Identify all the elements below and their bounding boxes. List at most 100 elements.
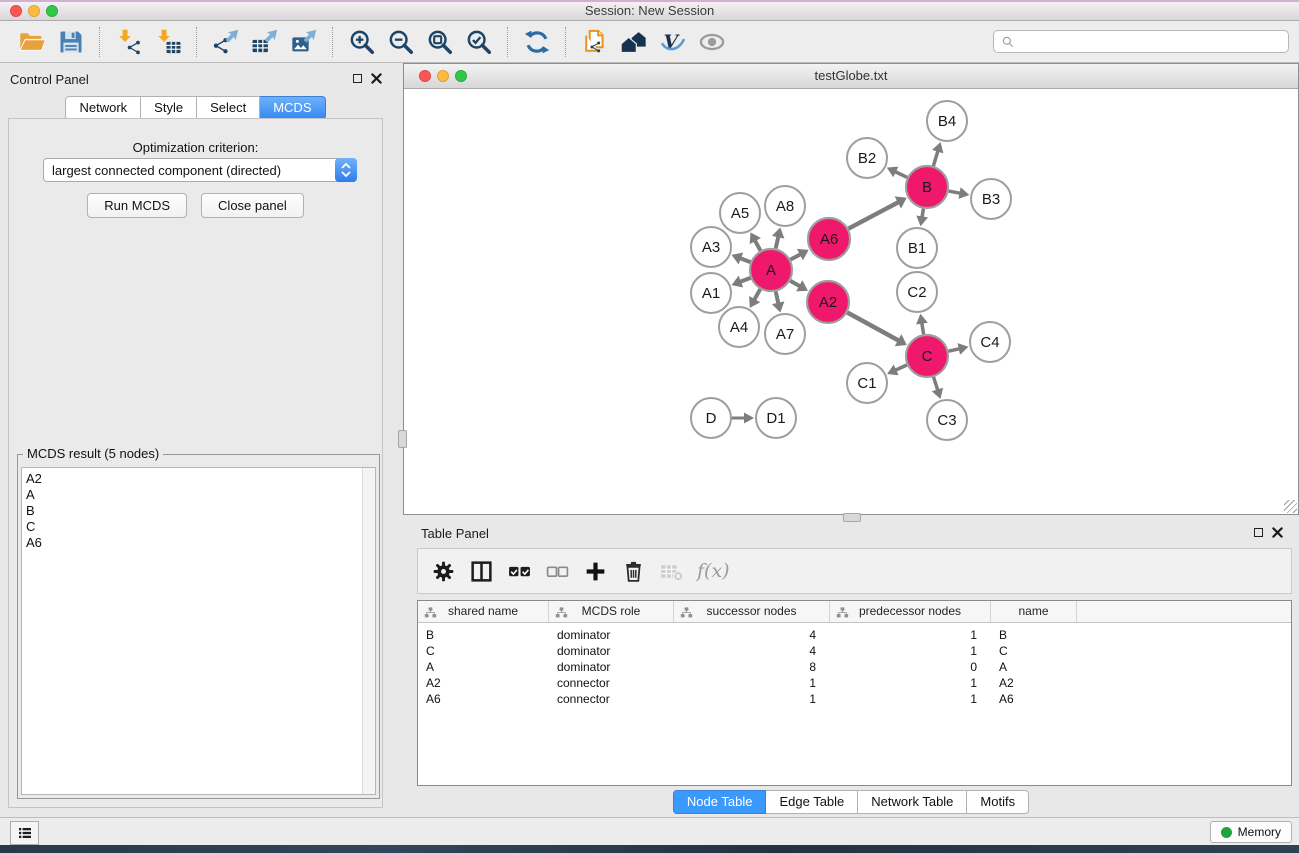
search-input[interactable] bbox=[1020, 34, 1281, 50]
cell-name[interactable]: A2 bbox=[991, 675, 1077, 691]
zoom-selected-icon[interactable] bbox=[463, 26, 494, 57]
refresh-icon[interactable] bbox=[521, 26, 552, 57]
edge-C-C3[interactable] bbox=[934, 377, 938, 390]
edge-A-A1[interactable] bbox=[740, 278, 751, 282]
criterion-dropdown[interactable]: largest connected component (directed) bbox=[43, 158, 357, 182]
network-minimize-icon[interactable] bbox=[437, 70, 449, 82]
tab-mcds[interactable]: MCDS bbox=[260, 96, 325, 120]
edge-A-A6[interactable] bbox=[790, 254, 800, 260]
export-image-icon[interactable] bbox=[288, 26, 319, 57]
add-column-icon[interactable] bbox=[580, 556, 610, 586]
cell-predecessor-nodes[interactable]: 0 bbox=[830, 659, 991, 675]
resize-grip-icon[interactable] bbox=[1284, 500, 1297, 513]
open-icon[interactable] bbox=[16, 26, 47, 57]
eye-icon[interactable] bbox=[696, 26, 727, 57]
cell-predecessor-nodes[interactable]: 1 bbox=[830, 627, 991, 643]
cell-predecessor-nodes[interactable]: 1 bbox=[830, 675, 991, 691]
function-builder-icon[interactable]: f(x) bbox=[694, 560, 733, 582]
panel-columns-icon[interactable] bbox=[466, 556, 496, 586]
export-table-icon[interactable] bbox=[249, 26, 280, 57]
cell-shared-name[interactable]: A2 bbox=[418, 675, 549, 691]
network-graph[interactable]: B4B2BB3A8A5A6A3B1AA1C2A2A4A7C4CC1DD1C3 bbox=[404, 89, 1298, 514]
tab-node-table[interactable]: Node Table bbox=[673, 790, 767, 814]
column-header-successor-nodes[interactable]: successor nodes bbox=[674, 601, 830, 622]
table-row[interactable]: Cdominator41C bbox=[418, 643, 1291, 659]
edge-A-A3[interactable] bbox=[740, 258, 751, 262]
column-header-predecessor-nodes[interactable]: predecessor nodes bbox=[830, 601, 991, 622]
result-scrollbar[interactable] bbox=[362, 468, 375, 794]
mcds-result-item[interactable]: A2 bbox=[26, 471, 375, 487]
cell-name[interactable]: A6 bbox=[991, 691, 1077, 707]
select-all-icon[interactable] bbox=[504, 556, 534, 586]
vertical-splitter-handle[interactable] bbox=[398, 430, 407, 448]
save-icon[interactable] bbox=[55, 26, 86, 57]
edge-A-A4[interactable] bbox=[754, 289, 760, 300]
table-row[interactable]: A2connector11A2 bbox=[418, 675, 1291, 691]
tab-select[interactable]: Select bbox=[197, 96, 260, 120]
delete-table-icon[interactable] bbox=[656, 556, 686, 586]
zoom-in-icon[interactable] bbox=[346, 26, 377, 57]
edge-C-C1[interactable] bbox=[895, 365, 907, 370]
mcds-result-item[interactable]: B bbox=[26, 503, 375, 519]
float-panel-icon[interactable] bbox=[353, 74, 362, 83]
task-history-button[interactable] bbox=[10, 821, 39, 845]
tab-style[interactable]: Style bbox=[141, 96, 197, 120]
zoom-fit-icon[interactable] bbox=[424, 26, 455, 57]
cell-shared-name[interactable]: A bbox=[418, 659, 549, 675]
cell-MCDS-role[interactable]: dominator bbox=[549, 643, 674, 659]
close-panel-icon[interactable] bbox=[371, 73, 382, 84]
cell-MCDS-role[interactable]: connector bbox=[549, 675, 674, 691]
edge-A-A5[interactable] bbox=[755, 240, 761, 250]
cell-predecessor-nodes[interactable]: 1 bbox=[830, 691, 991, 707]
tab-network[interactable]: Network bbox=[65, 96, 141, 120]
delete-column-icon[interactable] bbox=[618, 556, 648, 586]
cell-shared-name[interactable]: C bbox=[418, 643, 549, 659]
close-panel-button[interactable]: Close panel bbox=[201, 193, 304, 218]
network-maximize-icon[interactable] bbox=[455, 70, 467, 82]
cell-shared-name[interactable]: B bbox=[418, 627, 549, 643]
network-close-icon[interactable] bbox=[419, 70, 431, 82]
edge-B-B3[interactable] bbox=[949, 191, 961, 193]
import-network-icon[interactable] bbox=[113, 26, 144, 57]
cell-MCDS-role[interactable]: connector bbox=[549, 691, 674, 707]
cell-successor-nodes[interactable]: 8 bbox=[674, 659, 830, 675]
cell-MCDS-role[interactable]: dominator bbox=[549, 627, 674, 643]
cell-name[interactable]: A bbox=[991, 659, 1077, 675]
cell-shared-name[interactable]: A6 bbox=[418, 691, 549, 707]
cell-MCDS-role[interactable]: dominator bbox=[549, 659, 674, 675]
import-table-icon[interactable] bbox=[152, 26, 183, 57]
mcds-result-item[interactable]: A bbox=[26, 487, 375, 503]
run-mcds-button[interactable]: Run MCDS bbox=[87, 193, 187, 218]
table-row[interactable]: A6connector11A6 bbox=[418, 691, 1291, 707]
deselect-all-icon[interactable] bbox=[542, 556, 572, 586]
cell-name[interactable]: C bbox=[991, 643, 1077, 659]
tab-network-table[interactable]: Network Table bbox=[858, 790, 967, 814]
edge-B-B1[interactable] bbox=[922, 209, 923, 218]
edge-C-C2[interactable] bbox=[922, 323, 924, 335]
table-row[interactable]: Adominator80A bbox=[418, 659, 1291, 675]
cell-successor-nodes[interactable]: 4 bbox=[674, 627, 830, 643]
column-header-name[interactable]: name bbox=[991, 601, 1077, 622]
cell-successor-nodes[interactable]: 1 bbox=[674, 691, 830, 707]
column-header-shared-name[interactable]: shared name bbox=[418, 601, 549, 622]
mcds-result-item[interactable]: A6 bbox=[26, 535, 375, 551]
edge-C-C4[interactable] bbox=[948, 349, 959, 352]
cell-predecessor-nodes[interactable]: 1 bbox=[830, 643, 991, 659]
network-canvas[interactable]: B4B2BB3A8A5A6A3B1AA1C2A2A4A7C4CC1DD1C3 bbox=[404, 89, 1298, 514]
gear-icon[interactable] bbox=[428, 556, 458, 586]
table-row[interactable]: Bdominator41B bbox=[418, 627, 1291, 643]
vizmapper-icon[interactable]: V bbox=[657, 26, 688, 57]
zoom-out-icon[interactable] bbox=[385, 26, 416, 57]
cell-successor-nodes[interactable]: 4 bbox=[674, 643, 830, 659]
column-header-MCDS-role[interactable]: MCDS role bbox=[549, 601, 674, 622]
edge-A-A8[interactable] bbox=[776, 236, 779, 248]
tab-edge-table[interactable]: Edge Table bbox=[766, 790, 858, 814]
memory-button[interactable]: Memory bbox=[1210, 821, 1292, 843]
home-icon[interactable] bbox=[618, 26, 649, 57]
close-table-panel-icon[interactable] bbox=[1272, 527, 1283, 538]
edge-A-A2[interactable] bbox=[790, 281, 800, 287]
edge-B-B4[interactable] bbox=[933, 151, 938, 166]
edge-A2-C[interactable] bbox=[847, 313, 899, 341]
edge-A-A7[interactable] bbox=[776, 291, 779, 303]
clone-network-icon[interactable] bbox=[579, 26, 610, 57]
